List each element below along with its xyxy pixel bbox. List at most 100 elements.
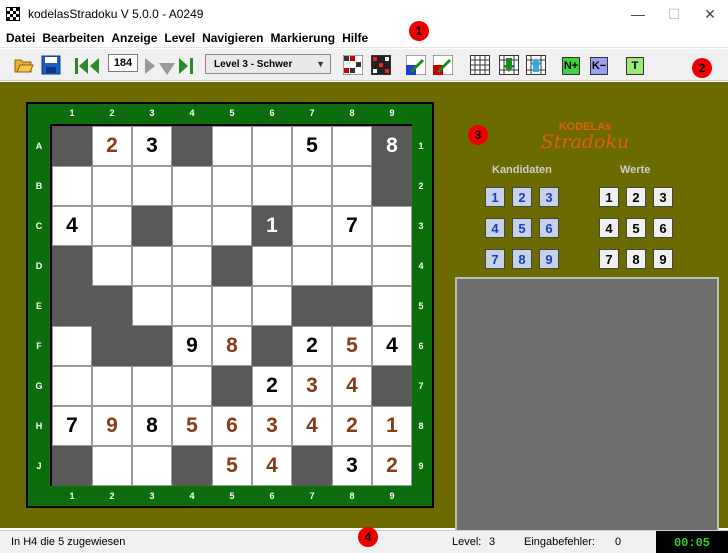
- cell-H9[interactable]: 1: [372, 406, 412, 446]
- value-button-4[interactable]: 4: [599, 218, 619, 238]
- menu-navigieren[interactable]: Navigieren: [200, 31, 268, 45]
- candidate-button-7[interactable]: 7: [485, 249, 505, 269]
- value-button-2[interactable]: 2: [626, 187, 646, 207]
- cell-G6[interactable]: 2: [252, 366, 292, 406]
- cell-F6[interactable]: [252, 326, 292, 366]
- cell-G9[interactable]: [372, 366, 412, 406]
- cell-B4[interactable]: [172, 166, 212, 206]
- cell-H6[interactable]: 3: [252, 406, 292, 446]
- cell-D1[interactable]: [52, 246, 92, 286]
- value-button-5[interactable]: 5: [626, 218, 646, 238]
- puzzle-number-field[interactable]: 184: [108, 54, 138, 72]
- cell-F9[interactable]: 4: [372, 326, 412, 366]
- cell-B8[interactable]: [332, 166, 372, 206]
- cell-H7[interactable]: 4: [292, 406, 332, 446]
- cell-F8[interactable]: 5: [332, 326, 372, 366]
- cell-B1[interactable]: [52, 166, 92, 206]
- cell-G4[interactable]: [172, 366, 212, 406]
- save-icon[interactable]: [41, 55, 61, 75]
- cell-G8[interactable]: 4: [332, 366, 372, 406]
- cell-J9[interactable]: 2: [372, 446, 412, 486]
- menu-datei[interactable]: Datei: [4, 31, 40, 45]
- value-button-8[interactable]: 8: [626, 249, 646, 269]
- cell-C4[interactable]: [172, 206, 212, 246]
- menu-markierung[interactable]: Markierung: [268, 31, 340, 45]
- cell-E9[interactable]: [372, 286, 412, 326]
- cell-B6[interactable]: [252, 166, 292, 206]
- candidate-button-3[interactable]: 3: [539, 187, 559, 207]
- cell-B9[interactable]: [372, 166, 412, 206]
- candidate-button-5[interactable]: 5: [512, 218, 532, 238]
- grid-icon[interactable]: [470, 55, 490, 75]
- cell-J1[interactable]: [52, 446, 92, 486]
- cell-B5[interactable]: [212, 166, 252, 206]
- cell-J2[interactable]: [92, 446, 132, 486]
- candidate-button-1[interactable]: 1: [485, 187, 505, 207]
- candidate-button-2[interactable]: 2: [512, 187, 532, 207]
- open-folder-icon[interactable]: [14, 55, 34, 75]
- candidate-button-9[interactable]: 9: [539, 249, 559, 269]
- close-button[interactable]: ✕: [692, 0, 728, 28]
- cell-D4[interactable]: [172, 246, 212, 286]
- new-plus-button[interactable]: N+: [562, 57, 580, 75]
- cell-D8[interactable]: [332, 246, 372, 286]
- cell-F2[interactable]: [92, 326, 132, 366]
- cell-C3[interactable]: [132, 206, 172, 246]
- pencil-red-icon[interactable]: [433, 55, 453, 75]
- cell-H3[interactable]: 8: [132, 406, 172, 446]
- cell-B7[interactable]: [292, 166, 332, 206]
- menu-bearbeiten[interactable]: Bearbeiten: [40, 31, 109, 45]
- tip-button[interactable]: T: [626, 57, 644, 75]
- cell-D6[interactable]: [252, 246, 292, 286]
- level-select[interactable]: Level 3 - Schwer ▼: [205, 54, 331, 74]
- value-button-9[interactable]: 9: [653, 249, 673, 269]
- cell-A6[interactable]: [252, 126, 292, 166]
- cell-E2[interactable]: [92, 286, 132, 326]
- cell-C6[interactable]: 1: [252, 206, 292, 246]
- cell-E7[interactable]: [292, 286, 332, 326]
- cell-J7[interactable]: [292, 446, 332, 486]
- cell-D5[interactable]: [212, 246, 252, 286]
- candidate-button-8[interactable]: 8: [512, 249, 532, 269]
- cell-E1[interactable]: [52, 286, 92, 326]
- cell-G7[interactable]: 3: [292, 366, 332, 406]
- value-button-3[interactable]: 3: [653, 187, 673, 207]
- cell-A7[interactable]: 5: [292, 126, 332, 166]
- cell-A4[interactable]: [172, 126, 212, 166]
- cell-J8[interactable]: 3: [332, 446, 372, 486]
- cell-E3[interactable]: [132, 286, 172, 326]
- cell-A8[interactable]: [332, 126, 372, 166]
- cell-C5[interactable]: [212, 206, 252, 246]
- cell-E4[interactable]: [172, 286, 212, 326]
- cell-J3[interactable]: [132, 446, 172, 486]
- cell-A9[interactable]: 8: [372, 126, 412, 166]
- cell-G1[interactable]: [52, 366, 92, 406]
- cell-A5[interactable]: [212, 126, 252, 166]
- cell-G5[interactable]: [212, 366, 252, 406]
- cell-J6[interactable]: 4: [252, 446, 292, 486]
- cell-F5[interactable]: 8: [212, 326, 252, 366]
- last-puzzle-icon[interactable]: [177, 56, 195, 76]
- cell-F7[interactable]: 2: [292, 326, 332, 366]
- cell-B2[interactable]: [92, 166, 132, 206]
- grid-up-arrow-icon[interactable]: [526, 55, 546, 75]
- minimize-button[interactable]: —: [620, 0, 656, 28]
- cell-A1[interactable]: [52, 126, 92, 166]
- value-button-1[interactable]: 1: [599, 187, 619, 207]
- first-puzzle-icon[interactable]: [74, 56, 102, 76]
- pencil-candidate-icon[interactable]: [406, 55, 426, 75]
- cell-F1[interactable]: [52, 326, 92, 366]
- candidate-button-6[interactable]: 6: [539, 218, 559, 238]
- cell-D3[interactable]: [132, 246, 172, 286]
- next-puzzle-icon[interactable]: [143, 56, 157, 76]
- candidate-button-4[interactable]: 4: [485, 218, 505, 238]
- cell-J4[interactable]: [172, 446, 212, 486]
- menu-hilfe[interactable]: Hilfe: [340, 31, 373, 45]
- cell-G3[interactable]: [132, 366, 172, 406]
- value-button-7[interactable]: 7: [599, 249, 619, 269]
- cell-H5[interactable]: 6: [212, 406, 252, 446]
- cell-D7[interactable]: [292, 246, 332, 286]
- cell-A2[interactable]: 2: [92, 126, 132, 166]
- cell-D9[interactable]: [372, 246, 412, 286]
- grid-down-arrow-icon[interactable]: [499, 55, 519, 75]
